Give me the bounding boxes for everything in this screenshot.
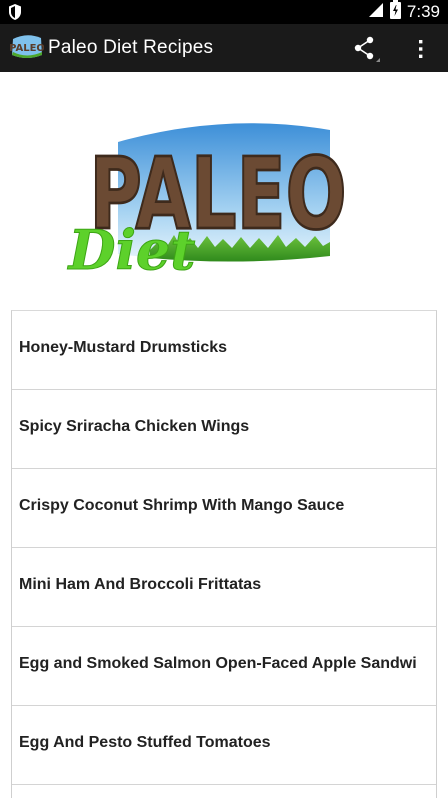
status-bar: 7:39	[0, 0, 448, 24]
app-title: Paleo Diet Recipes	[48, 37, 214, 58]
list-item[interactable]: Mini Ham And Broccoli Frittatas	[12, 548, 436, 627]
recipe-title: Egg and Smoked Salmon Open-Faced Apple S…	[19, 655, 417, 672]
list-item[interactable]: Egg and Smoked Salmon Open-Faced Apple S…	[12, 627, 436, 706]
recipe-title: Crispy Coconut Shrimp With Mango Sauce	[19, 497, 345, 514]
recipe-title: Honey-Mustard Drumsticks	[19, 339, 228, 356]
list-item[interactable]: Honey-Mustard Drumsticks	[12, 311, 436, 390]
recipe-title: Spicy Sriracha Chicken Wings	[19, 418, 250, 435]
battery-icon	[389, 0, 401, 24]
paleo-diet-banner: PALEO Diet	[0, 72, 448, 310]
share-icon[interactable]	[350, 36, 380, 62]
list-item[interactable]: Spicy Sriracha Chicken Wings	[12, 390, 436, 469]
list-item[interactable]: Crispy Coconut Shrimp With Mango Sauce	[12, 469, 436, 548]
list-item[interactable]: Egg And Pesto Stuffed Tomatoes	[12, 706, 436, 785]
svg-text:PALEO: PALEO	[10, 43, 44, 54]
status-time: 7:39	[406, 2, 440, 21]
app-logo-icon[interactable]: PALEO	[9, 33, 45, 63]
overflow-menu-icon[interactable]	[410, 36, 430, 62]
signal-icon	[368, 2, 384, 23]
action-bar: PALEO Paleo Diet Recipes	[0, 24, 448, 72]
recipe-title: Mini Ham And Broccoli Frittatas	[19, 576, 262, 593]
recipe-list: Honey-Mustard Drumsticks Spicy Sriracha …	[11, 310, 437, 798]
logo-diet-text: Diet	[67, 218, 196, 282]
shield-icon	[8, 3, 22, 26]
recipe-title: Egg And Pesto Stuffed Tomatoes	[19, 734, 271, 751]
